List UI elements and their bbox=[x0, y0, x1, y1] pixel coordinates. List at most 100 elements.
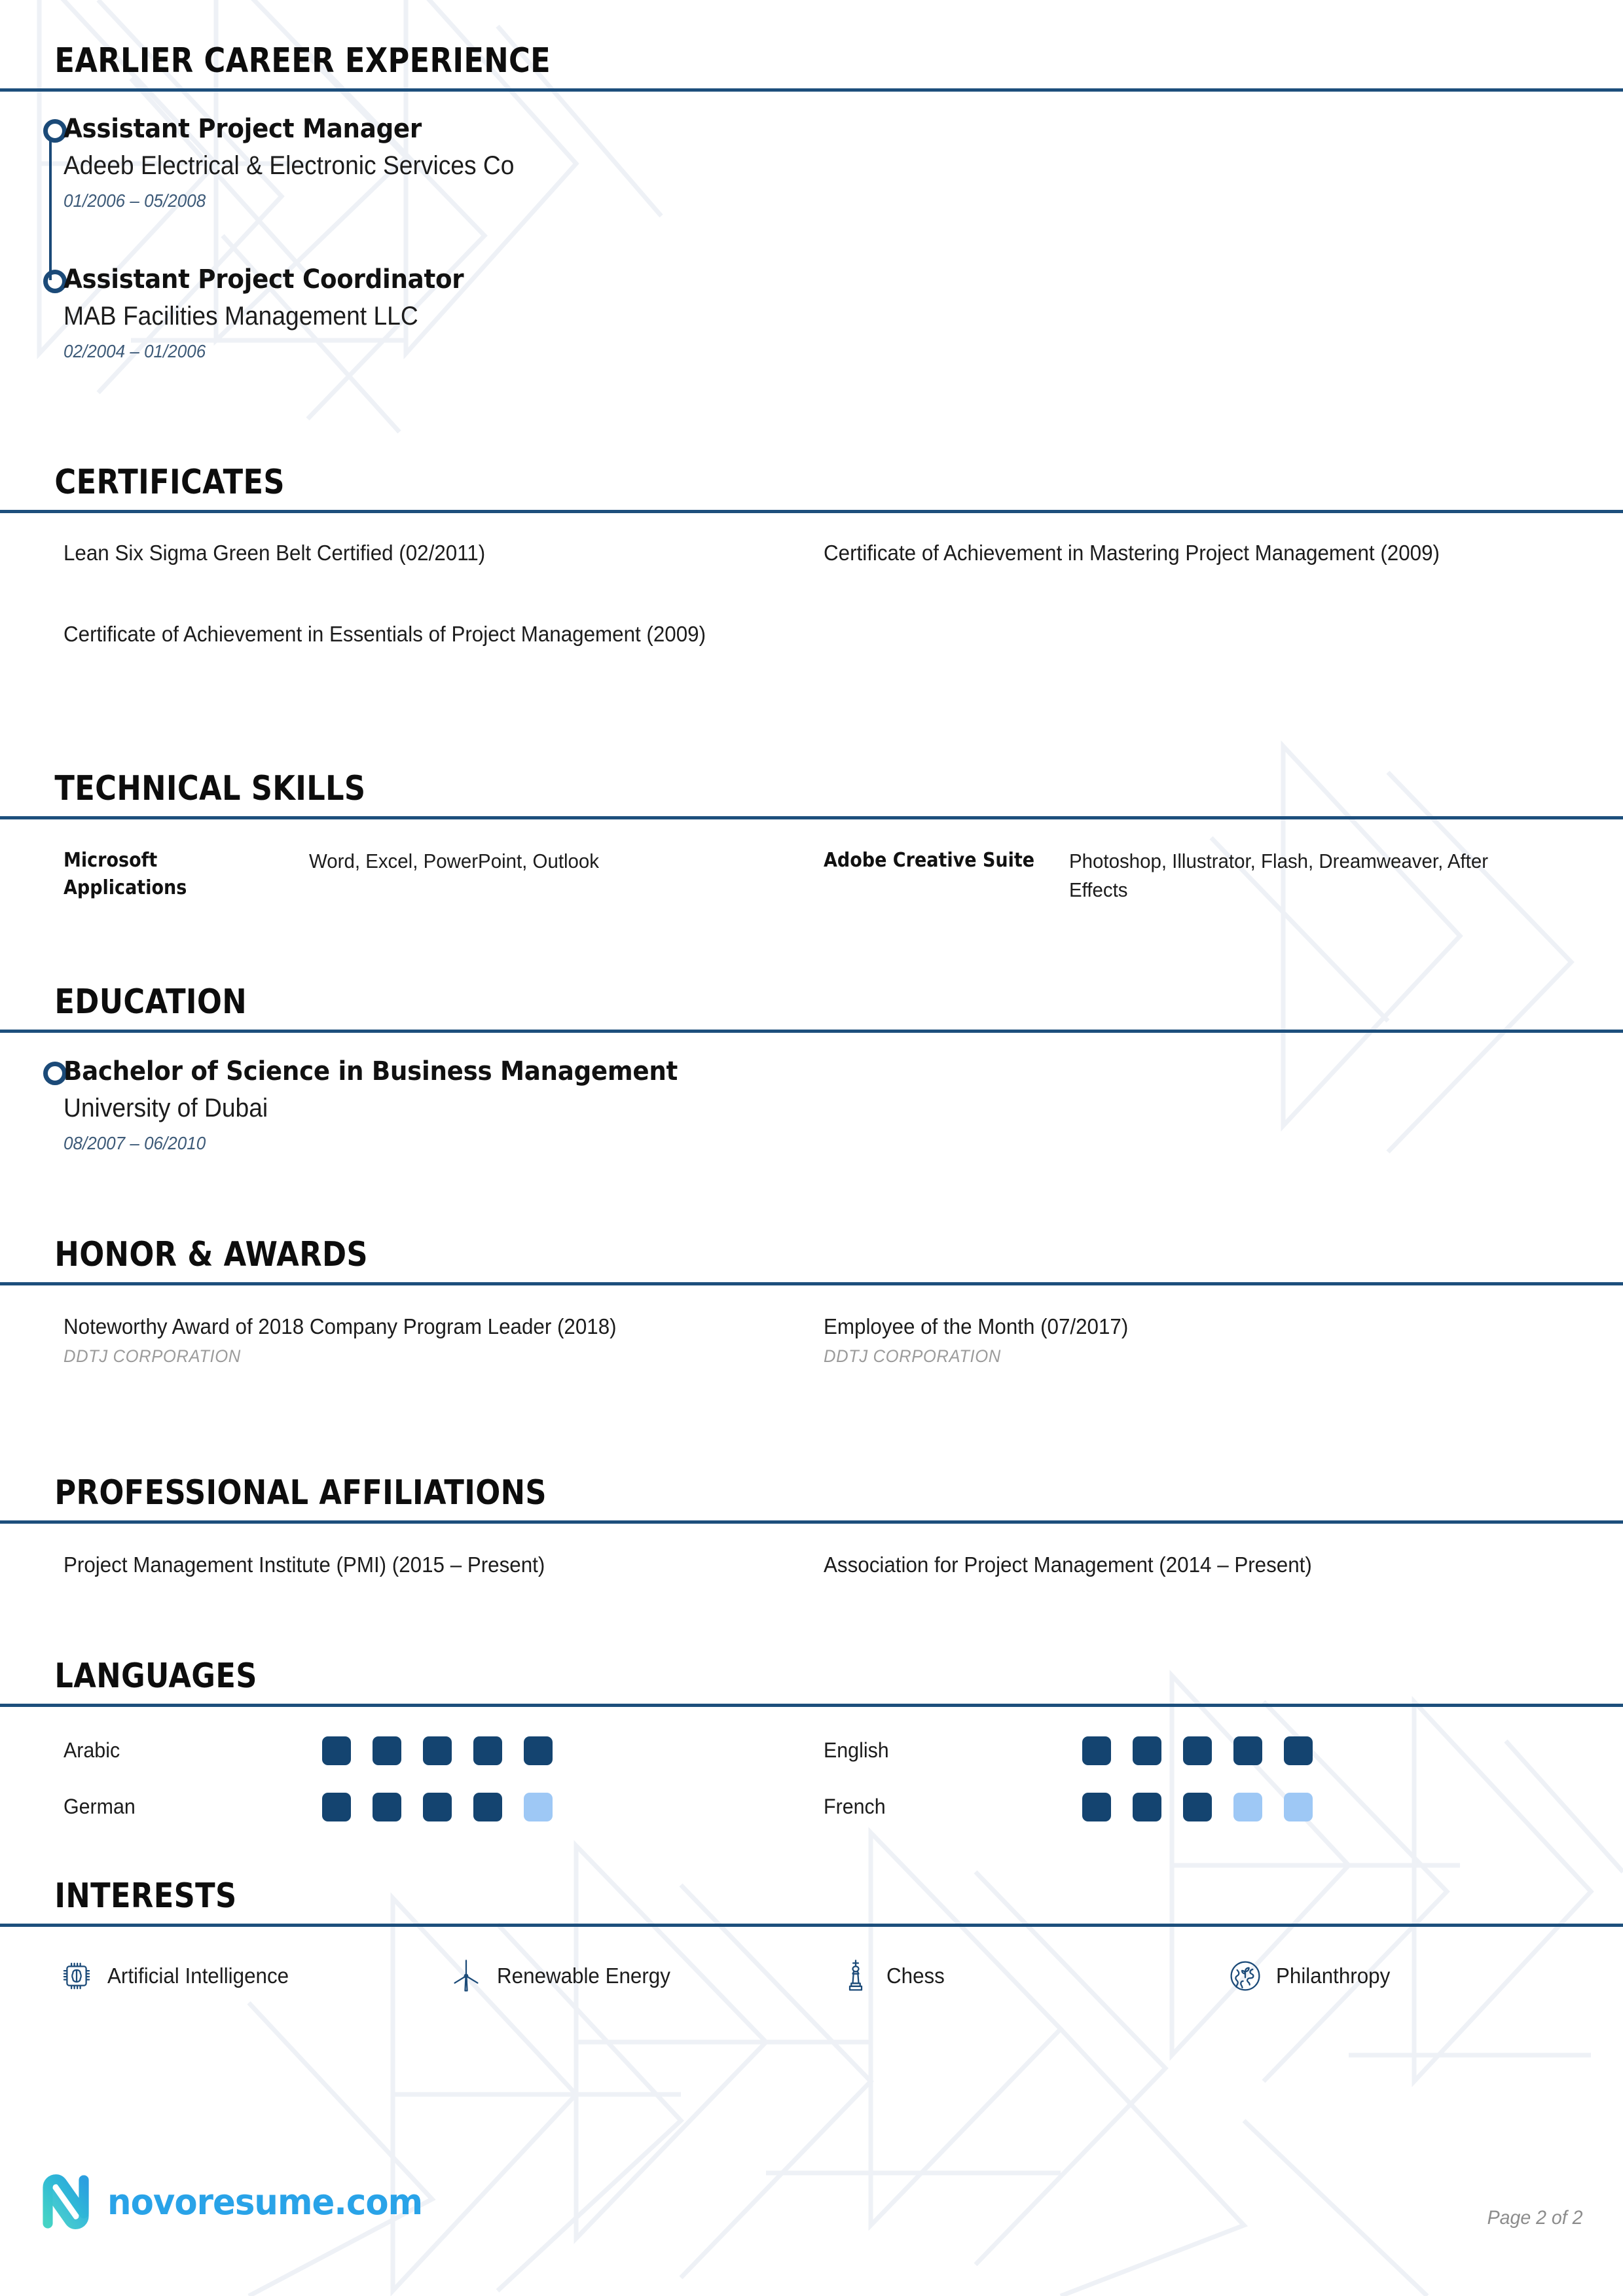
honor-organization: DDTJ CORPORATION bbox=[824, 1346, 1001, 1367]
skills-columns: Microsoft Applications Word, Excel, Powe… bbox=[0, 819, 1623, 905]
affiliation-column-left: Project Management Institute (PMI) (2015… bbox=[64, 1550, 824, 1581]
career-entry: Assistant Project Coordinator MAB Facili… bbox=[43, 264, 1623, 362]
section-languages: LANGUAGES Arabic German English French bbox=[0, 1659, 1623, 1835]
pip-filled bbox=[1233, 1736, 1262, 1765]
ai-chip-brain-icon bbox=[63, 1962, 90, 1989]
job-title: Assistant Project Coordinator bbox=[64, 264, 464, 295]
interest-item: Philanthropy bbox=[1228, 1958, 1617, 1994]
education-timeline: Bachelor of Science in Business Manageme… bbox=[0, 1033, 1623, 1154]
affiliation-item: Project Management Institute (PMI) (2015… bbox=[64, 1552, 545, 1577]
pip-filled bbox=[473, 1736, 502, 1765]
job-dates: 01/2006 – 05/2008 bbox=[64, 190, 206, 211]
pip-filled bbox=[322, 1792, 351, 1821]
section-education: EDUCATION Bachelor of Science in Busines… bbox=[0, 984, 1623, 1154]
pip-filled bbox=[1284, 1736, 1313, 1765]
section-affiliations: PROFESSIONAL AFFILIATIONS Project Manage… bbox=[0, 1475, 1623, 1580]
novoresume-wordmark: novoresume.com bbox=[107, 2181, 423, 2223]
resume-page: EARLIER CAREER EXPERIENCE Assistant Proj… bbox=[0, 0, 1623, 2296]
honor-column-right: Employee of the Month (07/2017) DDTJ COR… bbox=[824, 1312, 1584, 1369]
section-heading-education: EDUCATION bbox=[54, 982, 247, 1022]
language-level-pips bbox=[1082, 1736, 1313, 1765]
globe-plant-icon bbox=[1230, 1961, 1260, 1991]
section-heading-languages: LANGUAGES bbox=[54, 1657, 257, 1696]
novoresume-logo[interactable]: novoresume.com bbox=[41, 2173, 439, 2231]
skill-column-left: Microsoft Applications Word, Excel, Powe… bbox=[64, 847, 824, 905]
honor-title: Noteworthy Award of 2018 Company Program… bbox=[64, 1314, 617, 1338]
languages-grid: Arabic German English French bbox=[0, 1707, 1623, 1835]
pip-filled bbox=[524, 1736, 553, 1765]
section-heading-honors: HONOR & AWARDS bbox=[54, 1235, 368, 1274]
skill-row: Microsoft Applications Word, Excel, Powe… bbox=[64, 847, 765, 903]
pip-filled bbox=[423, 1736, 452, 1765]
interest-label: Renewable Energy bbox=[497, 1963, 670, 1988]
honor-title: Employee of the Month (07/2017) bbox=[824, 1314, 1129, 1338]
section-earlier-career: EARLIER CAREER EXPERIENCE Assistant Proj… bbox=[0, 43, 1623, 362]
job-organization: Adeeb Electrical & Electronic Services C… bbox=[64, 151, 515, 180]
affiliation-column-right: Association for Project Management (2014… bbox=[824, 1550, 1584, 1581]
affiliations-columns: Project Management Institute (PMI) (2015… bbox=[0, 1524, 1623, 1581]
section-interests: INTERESTS Artificial Intelligence Renewa… bbox=[0, 1878, 1623, 1994]
certificates-column-left: Lean Six Sigma Green Belt Certified (02/… bbox=[64, 538, 824, 651]
language-row: German bbox=[64, 1779, 765, 1835]
language-row: English bbox=[824, 1723, 1525, 1779]
section-technical-skills: TECHNICAL SKILLS Microsoft Applications … bbox=[0, 771, 1623, 905]
language-level-pips bbox=[322, 1792, 553, 1821]
certificates-columns: Lean Six Sigma Green Belt Certified (02/… bbox=[0, 513, 1623, 651]
pip-filled bbox=[373, 1736, 401, 1765]
pip-filled bbox=[322, 1736, 351, 1765]
chess-king-icon bbox=[848, 1959, 863, 1991]
education-dates: 08/2007 – 06/2010 bbox=[64, 1132, 206, 1153]
pip-filled bbox=[473, 1792, 502, 1821]
interest-item: Renewable Energy bbox=[448, 1958, 838, 1994]
language-name: French bbox=[824, 1795, 886, 1819]
section-heading-interests: INTERESTS bbox=[54, 1876, 237, 1916]
timeline-connector bbox=[49, 137, 52, 280]
degree-title: Bachelor of Science in Business Manageme… bbox=[64, 1056, 678, 1086]
pip-filled bbox=[1183, 1792, 1212, 1821]
language-row: Arabic bbox=[64, 1723, 765, 1779]
job-title: Assistant Project Manager bbox=[64, 113, 422, 144]
section-certificates: CERTIFICATES Lean Six Sigma Green Belt C… bbox=[0, 465, 1623, 650]
affiliation-item: Association for Project Management (2014… bbox=[824, 1552, 1312, 1577]
interests-row: Artificial Intelligence Renewable Energy bbox=[0, 1927, 1623, 1994]
novoresume-n-icon bbox=[43, 2174, 89, 2229]
skill-row: Adobe Creative Suite Photoshop, Illustra… bbox=[824, 847, 1525, 905]
certificates-column-right: Certificate of Achievement in Mastering … bbox=[824, 538, 1584, 651]
certificate-item: Certificate of Achievement in Mastering … bbox=[824, 540, 1440, 565]
section-heading-technical-skills: TECHNICAL SKILLS bbox=[54, 769, 366, 808]
language-name: English bbox=[824, 1738, 889, 1763]
language-level-pips bbox=[322, 1736, 553, 1765]
skill-value: Word, Excel, PowerPoint, Outlook bbox=[309, 849, 600, 872]
pip-filled bbox=[1082, 1792, 1111, 1821]
interest-item: Chess bbox=[838, 1958, 1228, 1994]
education-entry: Bachelor of Science in Business Manageme… bbox=[43, 1056, 1623, 1154]
honors-columns: Noteworthy Award of 2018 Company Program… bbox=[0, 1285, 1623, 1369]
pip-filled bbox=[373, 1792, 401, 1821]
language-name: German bbox=[64, 1795, 136, 1819]
pip-filled bbox=[1133, 1792, 1161, 1821]
section-honors: HONOR & AWARDS Noteworthy Award of 2018 … bbox=[0, 1237, 1623, 1369]
wind-turbine-icon bbox=[454, 1959, 479, 1992]
school-name: University of Dubai bbox=[64, 1093, 268, 1122]
interest-label: Chess bbox=[886, 1963, 945, 1988]
skill-column-right: Adobe Creative Suite Photoshop, Illustra… bbox=[824, 847, 1584, 905]
career-timeline: Assistant Project Manager Adeeb Electric… bbox=[0, 92, 1623, 362]
pip-filled bbox=[423, 1792, 452, 1821]
career-entry: Assistant Project Manager Adeeb Electric… bbox=[43, 113, 1623, 264]
interest-item: Artificial Intelligence bbox=[59, 1958, 448, 1994]
skill-value: Photoshop, Illustrator, Flash, Dreamweav… bbox=[1069, 849, 1489, 901]
pip-filled bbox=[1183, 1736, 1212, 1765]
pip-filled bbox=[1082, 1736, 1111, 1765]
language-column-right: English French bbox=[824, 1723, 1584, 1835]
interest-label: Philanthropy bbox=[1276, 1963, 1391, 1988]
page-footer: novoresume.com Page 2 of 2 bbox=[0, 2173, 1623, 2251]
language-name: Arabic bbox=[64, 1738, 120, 1763]
pip-empty bbox=[524, 1792, 553, 1821]
honor-organization: DDTJ CORPORATION bbox=[64, 1346, 241, 1367]
certificate-item: Lean Six Sigma Green Belt Certified (02/… bbox=[64, 540, 486, 565]
pip-empty bbox=[1233, 1792, 1262, 1821]
pip-filled bbox=[1133, 1736, 1161, 1765]
job-organization: MAB Facilities Management LLC bbox=[64, 301, 418, 331]
pip-empty bbox=[1284, 1792, 1313, 1821]
job-dates: 02/2004 – 01/2006 bbox=[64, 340, 206, 361]
